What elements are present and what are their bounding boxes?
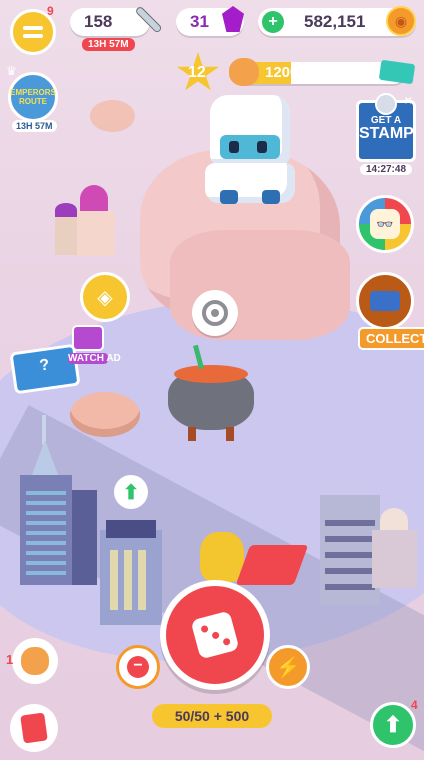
cards-icon <box>20 712 48 744</box>
skyscraper-building[interactable] <box>12 415 97 585</box>
energy-timer: 13H 57M <box>82 38 135 51</box>
cards-button[interactable] <box>10 704 58 752</box>
auto-roll-button[interactable]: ⚡ <box>266 645 310 689</box>
upgrade-badge: 4 <box>411 698 418 712</box>
upgrade-button[interactable]: ⬆ <box>370 702 416 748</box>
gems-value: 31 <box>190 12 209 31</box>
menu-icon <box>23 26 43 38</box>
dice-rolls-count: 50/50 + 500 <box>152 704 272 728</box>
townhouse-building[interactable] <box>100 520 162 630</box>
xp-value: 1200 <box>265 64 299 81</box>
upgrade-arrow-icon: ⬆ <box>383 712 403 737</box>
glasses-character-icon: 👓 <box>370 209 400 239</box>
decrease-multiplier-button[interactable]: − <box>116 645 160 689</box>
menu-notification-badge: 9 <box>47 4 54 18</box>
diamond-pattern-icon: ◈ <box>97 286 113 309</box>
coins-value: 582,151 <box>304 12 366 31</box>
tv-icon <box>72 325 104 351</box>
add-coins-icon[interactable]: + <box>262 11 284 33</box>
bunny-avatar-icon <box>21 647 49 675</box>
friend-badge: 1 <box>6 652 14 667</box>
energy-value: 158 <box>84 12 113 31</box>
stamp-seal-icon <box>375 93 397 115</box>
friend-avatar-button[interactable] <box>12 638 58 684</box>
rabbit-statue <box>200 532 244 582</box>
get-stamp-button[interactable]: GET A STAMP <box>356 93 416 162</box>
emperors-route-timer: 13H 57M <box>12 120 57 132</box>
target-icon <box>202 300 228 326</box>
bonus-token[interactable]: ◈ <box>80 272 130 322</box>
plug-icon: ⚡ <box>275 656 301 679</box>
yeti-character <box>205 95 295 205</box>
target-marker[interactable] <box>192 290 238 336</box>
watch-ad-button[interactable]: WATCH AD <box>68 325 121 365</box>
collect-label: COLLECT <box>358 327 424 350</box>
domed-building[interactable] <box>372 508 417 588</box>
arrow-up-icon: ⬆ <box>122 481 140 504</box>
shop-building[interactable] <box>320 495 380 605</box>
emperors-route-button[interactable]: EMPERORS ROUTE <box>8 72 58 122</box>
emperors-route-line2: ROUTE <box>19 97 47 106</box>
stone-ring-top <box>90 100 135 132</box>
minus-icon: − <box>127 656 149 678</box>
palace-building[interactable] <box>55 185 130 260</box>
roll-dice-button[interactable] <box>160 580 270 690</box>
emperors-route-line1: EMPERORS <box>10 88 56 97</box>
dice-icon <box>190 610 240 660</box>
stamp-timer: 14:27:48 <box>360 164 412 175</box>
watch-ad-label: WATCH AD <box>68 353 121 364</box>
upgrade-marker[interactable]: ⬆ <box>114 475 148 509</box>
stamp-line2: STAMP <box>359 125 414 142</box>
bunny-face-icon <box>229 58 259 86</box>
coin-icon: ◉ <box>386 6 416 36</box>
crown-icon: ♛ <box>6 64 17 78</box>
treasure-icon <box>370 291 400 311</box>
question-icon: ? <box>38 356 51 375</box>
level-value: 12 <box>188 64 206 81</box>
collect-reward-button[interactable] <box>356 272 414 330</box>
stamp-close-icon[interactable]: ✕ <box>404 96 412 107</box>
character-avatar-button[interactable]: 👓 <box>356 195 414 253</box>
cauldron[interactable] <box>168 344 254 441</box>
